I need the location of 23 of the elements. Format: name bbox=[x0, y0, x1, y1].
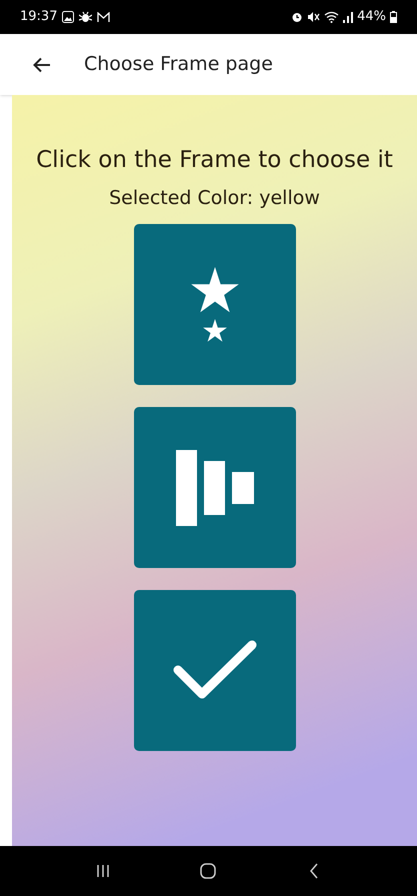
page-title: Choose Frame page bbox=[84, 52, 273, 78]
alarm-icon bbox=[291, 11, 304, 23]
recent-apps-icon bbox=[96, 864, 109, 878]
back-arrow-icon bbox=[33, 56, 51, 72]
frame-option-button[interactable] bbox=[134, 590, 296, 751]
battery-icon bbox=[390, 11, 397, 23]
home-icon bbox=[200, 863, 216, 879]
image-icon bbox=[62, 11, 74, 23]
instruction-heading: Click on the Frame to choose it bbox=[36, 146, 393, 175]
selected-color-text: Selected Color: yellow bbox=[109, 186, 320, 210]
frame-option-button[interactable] bbox=[134, 407, 296, 568]
bars-icon bbox=[176, 450, 254, 526]
stars-icon bbox=[190, 266, 238, 342]
wifi-icon bbox=[324, 11, 340, 23]
mute-icon bbox=[307, 11, 320, 23]
signal-icon bbox=[343, 11, 354, 23]
bug-icon bbox=[79, 11, 92, 23]
frame-option-button[interactable] bbox=[134, 224, 296, 385]
status-time: 19:37 bbox=[20, 8, 58, 26]
checkmark-icon bbox=[172, 640, 256, 702]
back-chevron-icon bbox=[309, 863, 320, 879]
mail-icon bbox=[97, 12, 110, 22]
battery-percent: 44% bbox=[357, 8, 386, 26]
